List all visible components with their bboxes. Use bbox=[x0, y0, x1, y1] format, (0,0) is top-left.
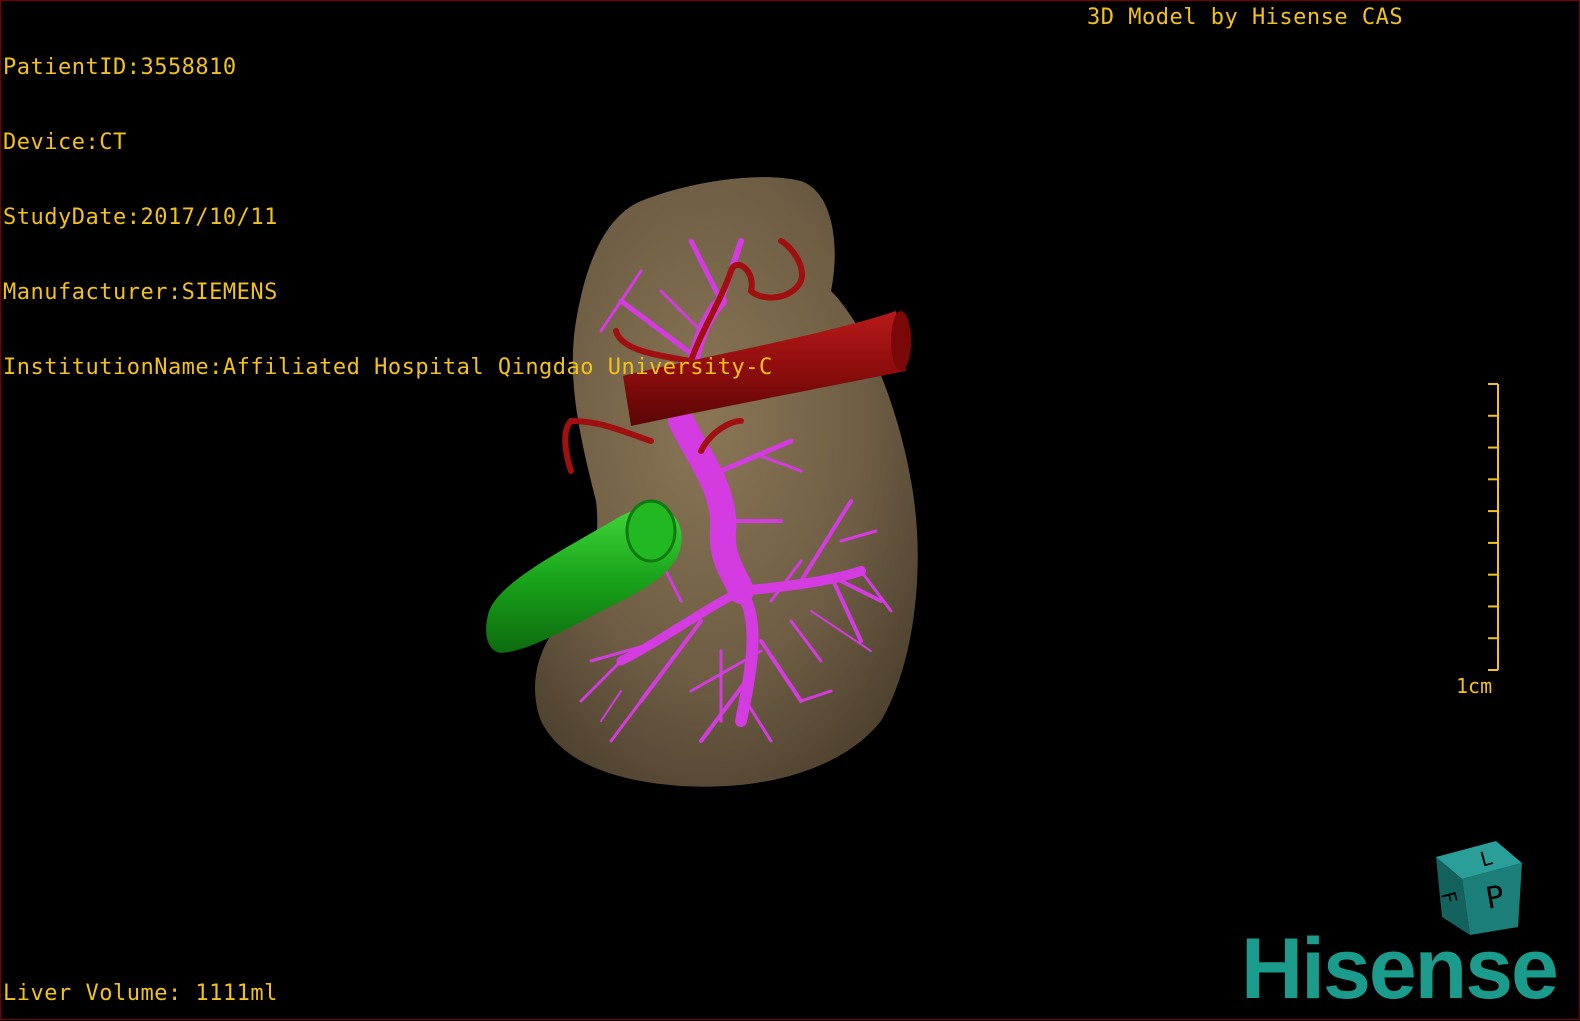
manufacturer: Manufacturer:SIEMENS bbox=[3, 280, 278, 305]
patient-id: PatientID:3558810 bbox=[3, 55, 237, 80]
scale-label: 1cm bbox=[1456, 674, 1493, 698]
patient-info: PatientID:3558810 Device:CT StudyDate:20… bbox=[3, 5, 773, 430]
model-caption: 3D Model by Hisense CAS bbox=[1087, 5, 1404, 30]
device: Device:CT bbox=[3, 130, 127, 155]
scale-bar bbox=[1488, 383, 1499, 671]
3d-viewport[interactable]: PatientID:3558810 Device:CT StudyDate:20… bbox=[0, 0, 1580, 1020]
institution-name: InstitutionName:Affiliated Hospital Qing… bbox=[3, 355, 773, 380]
hisense-logo: Hisense bbox=[1241, 921, 1559, 1017]
study-date: StudyDate:2017/10/11 bbox=[3, 205, 278, 230]
liver-volume: Liver Volume: 1111ml bbox=[3, 981, 278, 1006]
